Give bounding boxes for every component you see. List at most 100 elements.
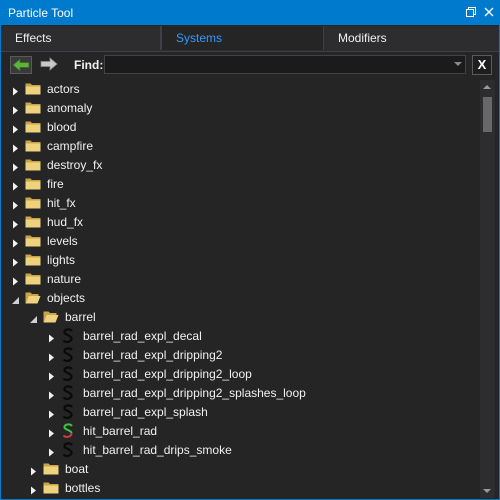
tree-item-label: hit_fx (47, 196, 76, 210)
tree-item-label: barrel_rad_expl_dripping2 (83, 348, 223, 362)
system-icon (62, 366, 74, 382)
tree-folder-row[interactable]: barrel (5, 308, 475, 327)
tree-system-row[interactable]: barrel_rad_expl_dripping2_splashes_loop (5, 384, 475, 403)
collapsed-arrow-icon[interactable] (11, 237, 20, 248)
folder-icon (43, 481, 59, 495)
collapsed-arrow-icon[interactable] (47, 427, 56, 438)
system-colored-icon (62, 423, 74, 439)
tree-folder-row[interactable]: boat (5, 460, 475, 479)
tab-systems[interactable]: Systems (161, 26, 324, 50)
forward-arrow-icon[interactable] (39, 56, 61, 74)
collapsed-arrow-icon[interactable] (29, 465, 38, 476)
tree-folder-row[interactable]: fire (5, 175, 475, 194)
tree-system-row[interactable]: hit_barrel_rad (5, 422, 475, 441)
expanded-arrow-icon[interactable] (29, 313, 38, 323)
chevron-down-icon[interactable] (454, 62, 462, 66)
folder-icon (25, 196, 41, 210)
tree-item-label: hud_fx (47, 215, 84, 229)
collapsed-arrow-icon[interactable] (47, 408, 56, 419)
collapsed-arrow-icon[interactable] (11, 123, 20, 134)
scrollbar-thumb[interactable] (483, 97, 492, 132)
scroll-up-icon[interactable] (483, 85, 491, 89)
tree-folder-row[interactable]: objects (5, 289, 475, 308)
collapsed-arrow-icon[interactable] (11, 275, 20, 286)
system-icon (62, 442, 74, 458)
collapsed-arrow-icon[interactable] (11, 180, 20, 191)
folder-icon (25, 253, 41, 267)
tree-folder-row[interactable]: campfire (5, 137, 475, 156)
tab-effects[interactable]: Effects (1, 26, 161, 50)
tree-item-label: barrel_rad_expl_dripping2_loop (83, 367, 252, 381)
tab-modifiers[interactable]: Modifiers (324, 26, 499, 50)
find-combobox[interactable] (104, 55, 466, 74)
collapsed-arrow-icon[interactable] (11, 218, 20, 229)
folder-icon (25, 234, 41, 248)
collapsed-arrow-icon[interactable] (29, 484, 38, 495)
clear-find-button[interactable]: X (472, 55, 492, 75)
system-icon (62, 347, 74, 363)
collapsed-arrow-icon[interactable] (47, 351, 56, 362)
system-icon (62, 404, 74, 420)
folder-icon (25, 177, 41, 191)
folder-icon (43, 462, 59, 476)
folder-icon (25, 139, 41, 153)
collapsed-arrow-icon[interactable] (11, 104, 20, 115)
close-icon[interactable] (483, 6, 495, 18)
folder-icon (25, 82, 41, 96)
collapsed-arrow-icon[interactable] (11, 85, 20, 96)
tree-folder-row[interactable]: anomaly (5, 99, 475, 118)
restore-icon[interactable] (465, 6, 477, 18)
tree-folder-row[interactable]: hud_fx (5, 213, 475, 232)
folder-icon (25, 215, 41, 229)
collapsed-arrow-icon[interactable] (47, 332, 56, 343)
tree-item-label: barrel_rad_expl_dripping2_splashes_loop (83, 386, 306, 400)
tree-folder-row[interactable]: nature (5, 270, 475, 289)
systems-tree[interactable]: actors anomaly blood campfire destroy_fxfire… (5, 80, 479, 498)
tree-system-row[interactable]: barrel_rad_expl_dripping2_loop (5, 365, 475, 384)
collapsed-arrow-icon[interactable] (47, 446, 56, 457)
system-icon (62, 328, 74, 344)
tree-scrollbar[interactable] (480, 80, 495, 498)
folder-icon (25, 158, 41, 172)
folder-icon (25, 120, 41, 134)
collapsed-arrow-icon[interactable] (47, 370, 56, 381)
tree-folder-row[interactable]: lights (5, 251, 475, 270)
tree-system-row[interactable]: barrel_rad_expl_decal (5, 327, 475, 346)
tree-system-row[interactable]: hit_barrel_rad_drips_smoke (5, 441, 475, 460)
tree-folder-row[interactable]: levels (5, 232, 475, 251)
tree-item-label: nature (47, 272, 82, 286)
find-label: Find: (74, 58, 104, 72)
tree-folder-row[interactable]: destroy_fx (5, 156, 475, 175)
tree-item-label: barrel_rad_expl_decal (83, 329, 202, 343)
collapsed-arrow-icon[interactable] (11, 161, 20, 172)
tree-item-label: boat (65, 462, 89, 476)
collapsed-arrow-icon[interactable] (11, 142, 20, 153)
tree-item-label: objects (47, 291, 86, 305)
expanded-arrow-icon[interactable] (11, 294, 20, 304)
toolbar: Find: X (1, 53, 499, 79)
title-bar[interactable]: Particle Tool (1, 1, 499, 25)
tree-folder-row[interactable]: actors (5, 80, 475, 99)
tree-item-label: bottles (65, 481, 101, 495)
tree-system-row[interactable]: barrel_rad_expl_splash (5, 403, 475, 422)
scroll-down-icon[interactable] (483, 489, 491, 493)
particle-tool-window: Particle Tool Effects Systems Modifiers … (0, 0, 500, 500)
tree-folder-row[interactable]: bottles (5, 479, 475, 498)
folder-icon (25, 272, 41, 286)
tree-folder-row[interactable]: blood (5, 118, 475, 137)
back-arrow-icon[interactable] (10, 56, 32, 74)
tree-system-row[interactable]: barrel_rad_expl_dripping2 (5, 346, 475, 365)
tree-item-label: barrel (65, 310, 96, 324)
title-buttons (465, 6, 495, 18)
tree-item-label: hit_barrel_rad (83, 424, 158, 438)
collapsed-arrow-icon[interactable] (11, 199, 20, 210)
tree-item-label: hit_barrel_rad_drips_smoke (83, 443, 232, 457)
collapsed-arrow-icon[interactable] (11, 256, 20, 267)
folder-icon (25, 101, 41, 115)
tree-item-label: lights (47, 253, 76, 267)
tree-item-label: levels (47, 234, 78, 248)
tree-folder-row[interactable]: hit_fx (5, 194, 475, 213)
collapsed-arrow-icon[interactable] (47, 389, 56, 400)
find-input[interactable] (105, 56, 453, 73)
tree-item-label: destroy_fx (47, 158, 103, 172)
